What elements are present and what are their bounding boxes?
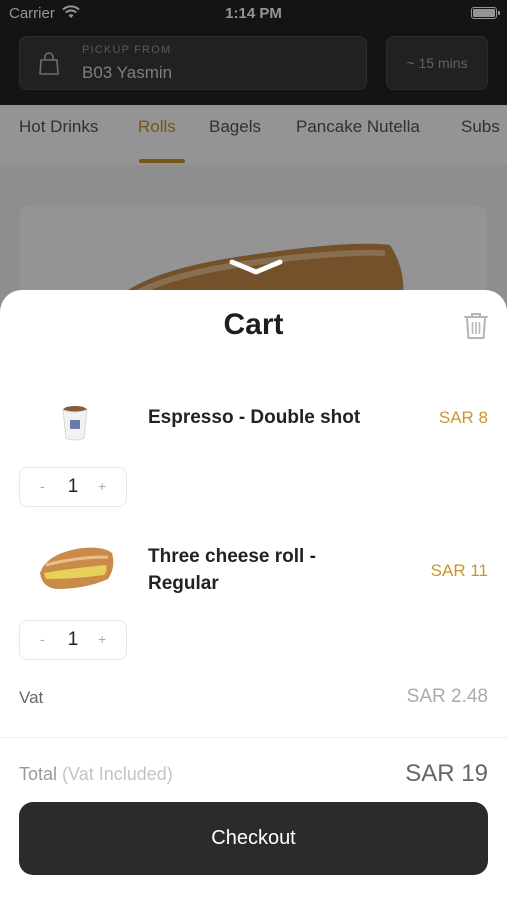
cart-item-price: SAR 8 xyxy=(438,408,488,427)
cart-sheet: Cart Espresso - Double shot SAR 8 - 1 + … xyxy=(0,290,507,900)
total-label-text: Total xyxy=(19,764,58,784)
cart-item-name: Three cheese roll - Regular xyxy=(148,543,316,597)
quantity-stepper: - 1 + xyxy=(19,467,127,507)
cart-title: Cart xyxy=(223,308,284,341)
espresso-cup-image xyxy=(62,406,88,441)
vat-value: SAR 2.48 xyxy=(406,686,488,707)
cart-item-price: SAR 11 xyxy=(430,561,488,580)
divider xyxy=(0,737,507,738)
total-label: Total (Vat Included) xyxy=(19,764,173,785)
vat-label: Vat xyxy=(19,688,44,707)
quantity-value: 1 xyxy=(67,476,79,497)
increment-button[interactable]: + xyxy=(98,478,106,494)
checkout-button[interactable]: Checkout xyxy=(19,802,488,875)
trash-icon[interactable] xyxy=(463,312,489,340)
cart-item-name: Espresso - Double shot xyxy=(148,407,361,428)
total-value: SAR 19 xyxy=(405,760,488,787)
cheese-roll-image xyxy=(40,547,114,589)
quantity-value: 1 xyxy=(67,629,79,650)
chevron-down-icon[interactable] xyxy=(228,258,284,276)
cart-item-name-line1: Three cheese roll - xyxy=(148,546,316,567)
increment-button[interactable]: + xyxy=(98,631,106,647)
cart-item-name-line2: Regular xyxy=(148,573,219,594)
total-vat-note: (Vat Included) xyxy=(62,764,173,784)
quantity-stepper: - 1 + xyxy=(19,620,127,660)
